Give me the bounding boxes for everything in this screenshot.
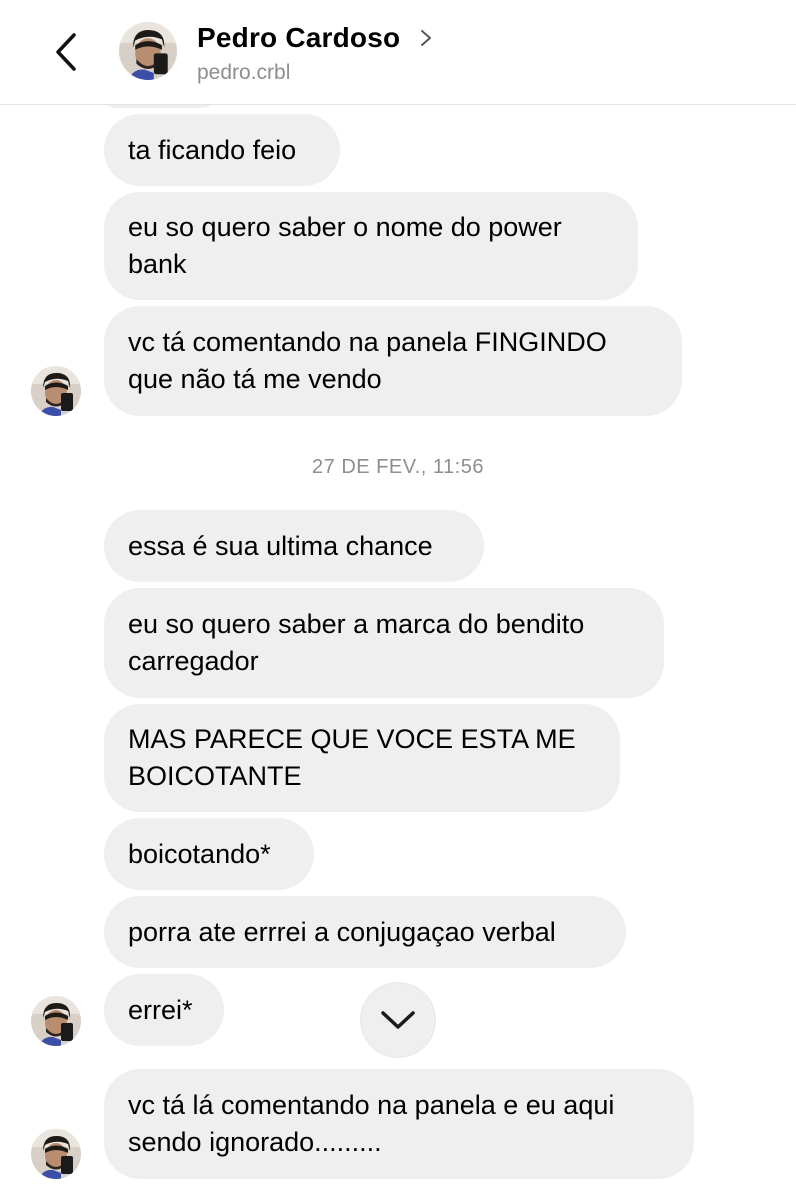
message-text: vc tá comentando na panela FINGINDO que … — [128, 327, 607, 394]
sender-avatar[interactable] — [31, 366, 81, 416]
message-text: ta ficando feio — [128, 134, 297, 165]
message-bubble[interactable]: essa é sua ultima chance — [104, 510, 484, 582]
back-button[interactable] — [46, 28, 86, 76]
message-thread: ta ficando feio eu so quero saber o nome… — [0, 0, 796, 1200]
message-text: boicotando* — [128, 838, 271, 869]
message-text: errei* — [128, 994, 193, 1025]
message-text: vc tá lá comentando na panela e eu aqui … — [128, 1090, 615, 1157]
message-text: essa é sua ultima chance — [128, 530, 433, 561]
profile-avatar[interactable] — [119, 22, 177, 80]
sender-avatar[interactable] — [31, 996, 81, 1046]
avatar-photo-icon — [31, 366, 81, 416]
message-bubble[interactable]: errei* — [104, 974, 224, 1046]
message-text: porra ate errrei a conjugaçao verbal — [128, 916, 556, 947]
chevron-right-icon[interactable] — [419, 28, 433, 48]
message-bubble[interactable]: vc tá comentando na panela FINGINDO que … — [104, 306, 682, 416]
message-bubble[interactable]: porra ate errrei a conjugaçao verbal — [104, 896, 626, 968]
message-bubble[interactable]: MAS PARECE QUE VOCE ESTA ME BOICOTANTE — [104, 704, 620, 812]
message-bubble[interactable]: ta ficando feio — [104, 114, 340, 186]
message-text: eu so quero saber o nome do power bank — [128, 212, 562, 279]
avatar-photo-icon — [119, 22, 177, 80]
message-text: eu so quero saber a marca do bendito car… — [128, 609, 585, 676]
chevron-down-icon — [381, 1011, 415, 1029]
avatar-photo-icon — [31, 996, 81, 1046]
timestamp: 27 DE FEV., 11:56 — [312, 456, 484, 478]
avatar-photo-icon — [31, 1129, 81, 1179]
scroll-to-bottom-button[interactable] — [361, 983, 435, 1057]
contact-name[interactable]: Pedro Cardoso — [197, 20, 400, 56]
message-text: MAS PARECE QUE VOCE ESTA ME BOICOTANTE — [128, 724, 576, 791]
message-bubble[interactable]: eu so quero saber a marca do bendito car… — [104, 588, 664, 698]
contact-username: pedro.crbl — [197, 61, 291, 84]
chat-header: Pedro Cardoso pedro.crbl — [0, 0, 796, 105]
message-bubble[interactable]: boicotando* — [104, 818, 314, 890]
sender-avatar[interactable] — [31, 1129, 81, 1179]
message-bubble[interactable]: vc tá lá comentando na panela e eu aqui … — [104, 1069, 694, 1179]
message-bubble[interactable]: eu so quero saber o nome do power bank — [104, 192, 638, 300]
chevron-left-icon — [56, 33, 76, 71]
